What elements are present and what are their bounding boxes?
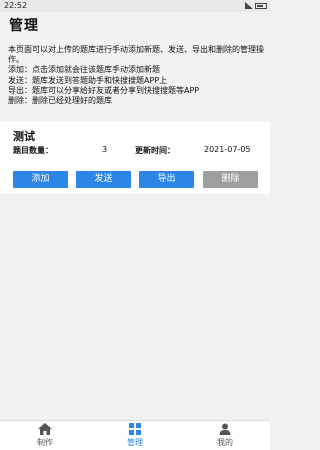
intro-text: 本页面可以对上传的题库进行手动添加新题、发送、导出和删除的管理操作。 添加：点击… [8,45,264,106]
nav-label-manage: 管理 [127,438,143,447]
intro-line: 本页面可以对上传的题库进行手动添加新题、发送、导出和删除的管理操作。 [8,45,264,65]
status-time: 22:52 [4,1,28,10]
nav-label-make: 制作 [37,438,53,447]
grid-icon [129,423,141,435]
intro-line: 删除：删除已经处理好的题库 [8,96,112,106]
page-title: 管理 [9,18,39,34]
status-bar: 22:52 [0,0,270,12]
nav-item-make[interactable]: 制作 [0,421,90,450]
signal-icon [245,2,253,9]
person-icon [219,423,231,435]
delete-button[interactable]: 删除 [203,171,258,188]
intro-line: 发送：题库发送到答题助手和快搜搜题APP上 [8,75,168,85]
bank-title: 测试 [13,130,35,143]
add-button[interactable]: 添加 [13,171,68,188]
nav-item-mine[interactable]: 我的 [180,421,270,450]
nav-item-manage[interactable]: 管理 [90,421,180,450]
bottom-nav: 制作 管理 我的 [0,420,270,450]
status-icons [245,2,267,9]
nav-label-mine: 我的 [217,438,233,447]
bank-meta-row: 题目数量： 3 更新时间： 2021-07-05 [13,145,263,157]
battery-icon [255,2,267,9]
export-button[interactable]: 导出 [139,171,194,188]
question-count-label: 题目数量： [13,146,53,155]
update-time-value: 2021-07-05 [204,145,251,154]
home-icon [38,423,52,435]
intro-line: 导出：题库可以分享给好友或者分享到快搜搜题等APP [8,85,200,95]
update-time-label: 更新时间： [135,146,175,155]
intro-line: 添加：点击添加就会往该题库手动添加新题 [8,65,160,75]
question-count-value: 3 [102,145,108,154]
send-button[interactable]: 发送 [76,171,131,188]
